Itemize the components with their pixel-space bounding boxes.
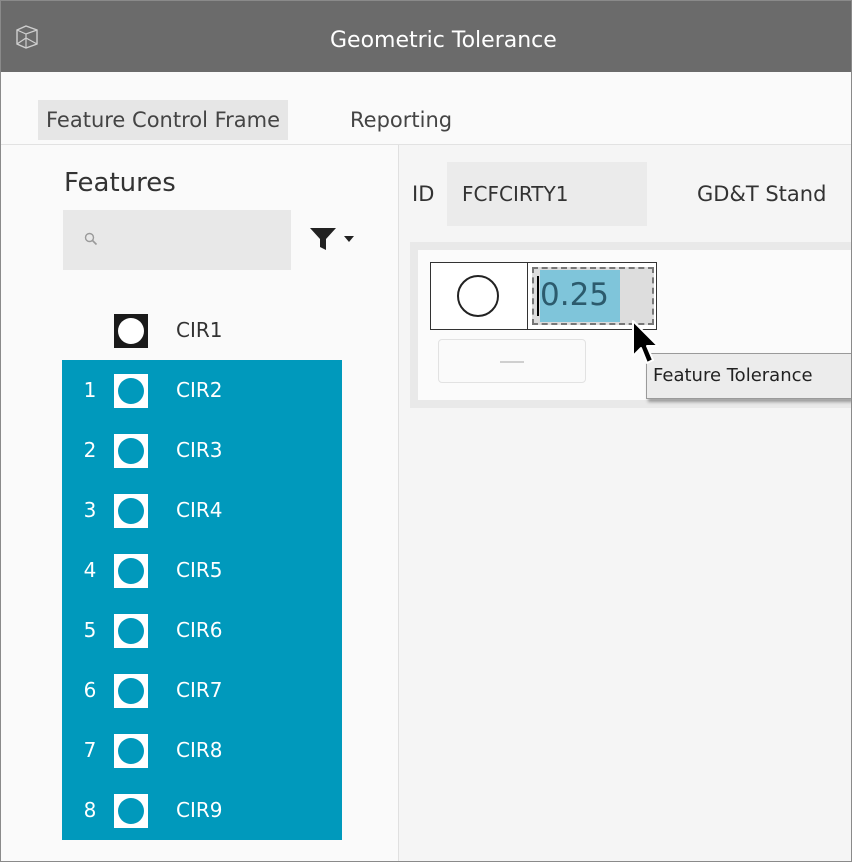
circle-feature-icon	[114, 494, 148, 528]
feature-number: 1	[83, 378, 97, 402]
feature-label: CIR3	[176, 438, 223, 462]
feature-label: CIR4	[176, 498, 223, 522]
feature-number: 2	[83, 438, 97, 462]
feature-number: 5	[83, 618, 97, 642]
feature-tolerance-tooltip: Feature Tolerance	[646, 353, 852, 399]
tab-feature-control-frame[interactable]: Feature Control Frame	[38, 100, 289, 140]
feature-item-cir2[interactable]: 1 CIR2	[62, 360, 342, 420]
datum-placeholder-dash	[500, 361, 524, 363]
circle-feature-icon	[114, 794, 148, 828]
feature-item-cir5[interactable]: 4 CIR5	[62, 540, 342, 600]
feature-label: CIR9	[176, 798, 223, 822]
tolerance-value: 0.25	[540, 277, 610, 313]
search-icon	[84, 232, 98, 246]
features-heading: Features	[64, 168, 176, 198]
circularity-icon[interactable]	[457, 275, 499, 317]
feature-label: CIR2	[176, 378, 223, 402]
circle-feature-icon	[114, 314, 148, 348]
tab-bar: Feature Control Frame Reporting	[0, 72, 852, 144]
panel-divider	[398, 145, 399, 862]
id-value: FCFCIRTY1	[462, 182, 569, 206]
circle-feature-icon	[114, 614, 148, 648]
feature-item-cir4[interactable]: 3 CIR4	[62, 480, 342, 540]
filter-icon[interactable]	[306, 224, 366, 254]
feature-item-cir7[interactable]: 6 CIR7	[62, 660, 342, 720]
feature-label: CIR5	[176, 558, 223, 582]
gdt-standard-label: GD&T Stand	[697, 182, 827, 206]
feature-item-cir8[interactable]: 7 CIR8	[62, 720, 342, 780]
feature-label: CIR8	[176, 738, 223, 762]
feature-label: CIR7	[176, 678, 223, 702]
feature-item-cir6[interactable]: 5 CIR6	[62, 600, 342, 660]
fcf-cell-divider	[527, 262, 528, 330]
tab-reporting[interactable]: Reporting	[342, 100, 460, 140]
feature-label: CIR1	[176, 318, 223, 342]
feature-item-cir1[interactable]: CIR1	[62, 300, 342, 360]
feature-item-cir3[interactable]: 2 CIR3	[62, 420, 342, 480]
feature-number	[82, 300, 98, 360]
title-bar: Geometric Tolerance	[0, 0, 852, 72]
circle-feature-icon	[114, 434, 148, 468]
circle-feature-icon	[114, 554, 148, 588]
feature-number: 8	[83, 798, 97, 822]
mouse-cursor-icon	[632, 320, 659, 364]
feature-number: 3	[83, 498, 97, 522]
id-label: ID	[412, 182, 435, 206]
circle-feature-icon	[114, 374, 148, 408]
text-caret	[537, 276, 539, 316]
feature-item-cir9[interactable]: 8 CIR9	[62, 780, 342, 840]
feature-number: 4	[83, 558, 97, 582]
feature-number: 7	[83, 738, 97, 762]
window-title: Geometric Tolerance	[330, 28, 557, 53]
feature-number: 6	[83, 678, 97, 702]
circle-feature-icon	[114, 734, 148, 768]
feature-label: CIR6	[176, 618, 223, 642]
circle-feature-icon	[114, 674, 148, 708]
